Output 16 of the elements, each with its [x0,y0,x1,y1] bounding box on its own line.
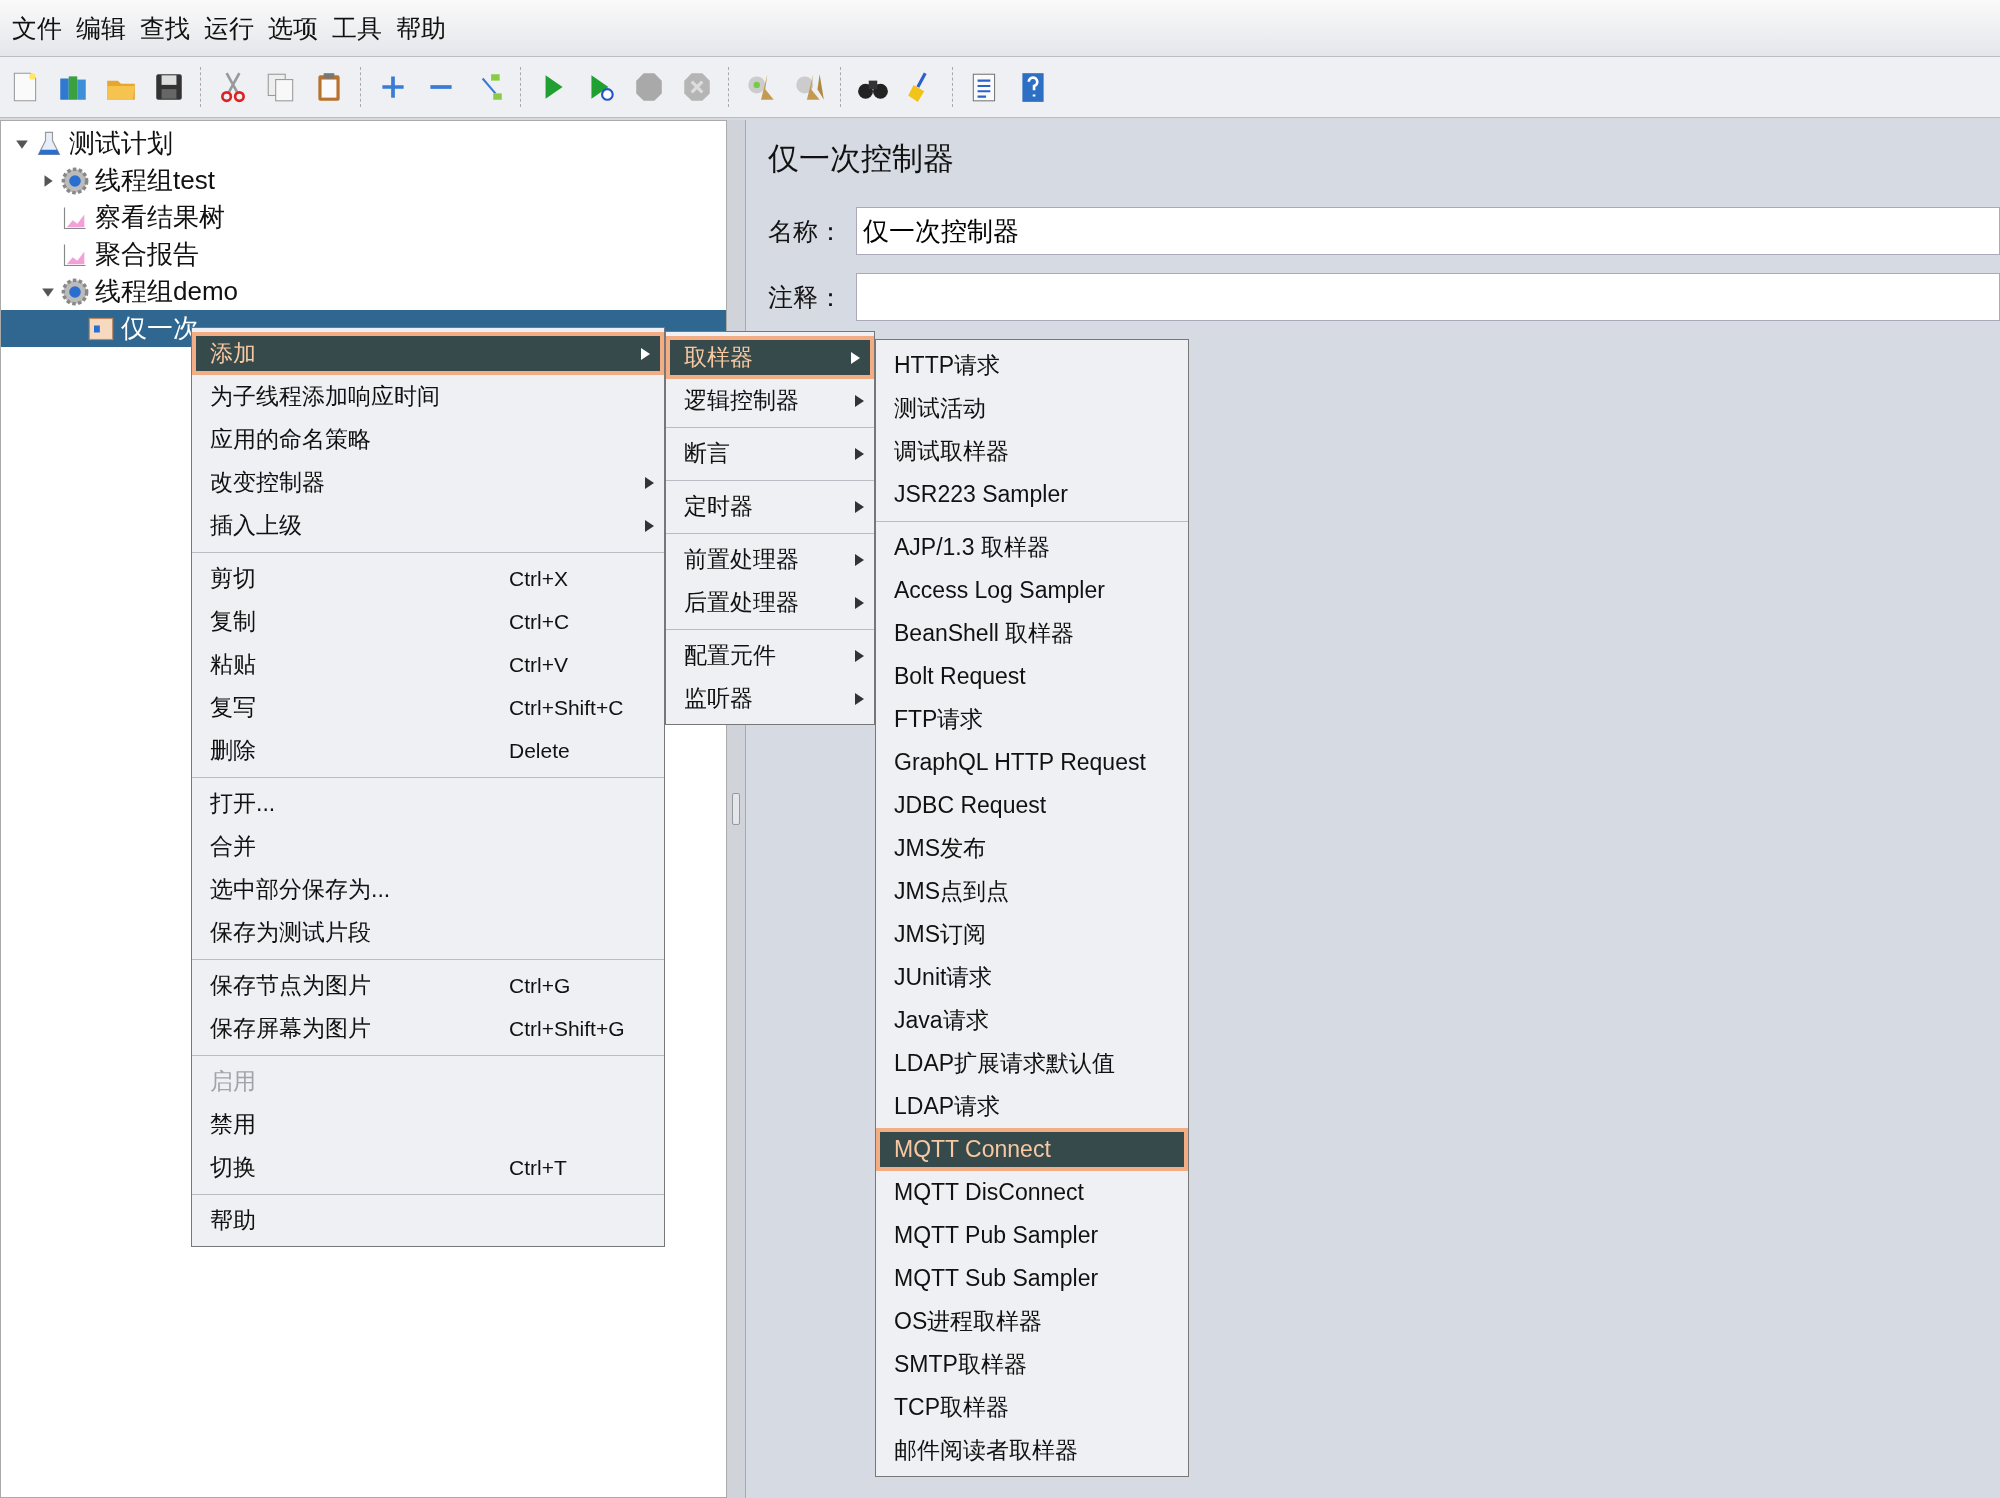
field-label: 名称： [768,215,844,247]
shortcut-label: Ctrl+V [509,652,568,677]
field-label: 注释： [768,281,844,313]
tree-label: 线程组test [95,164,215,197]
shortcut-label: Delete [509,738,570,763]
shortcut-label: Ctrl+X [509,566,568,591]
tree-label: 察看结果树 [95,201,225,234]
shortcut-label: Ctrl+G [509,973,571,998]
tree-label: 线程组demo [95,275,239,308]
shortcut-label: Ctrl+C [509,609,570,634]
shortcut-label: Ctrl+Shift+G [509,1016,625,1041]
shortcut-label: Ctrl+Shift+C [509,695,624,720]
tree-label: 聚合报告 [95,238,199,271]
tree-label: 测试计划 [69,127,173,160]
shortcut-label: Ctrl+T [509,1155,567,1180]
panel-title: 仅一次控制器 [768,140,955,178]
